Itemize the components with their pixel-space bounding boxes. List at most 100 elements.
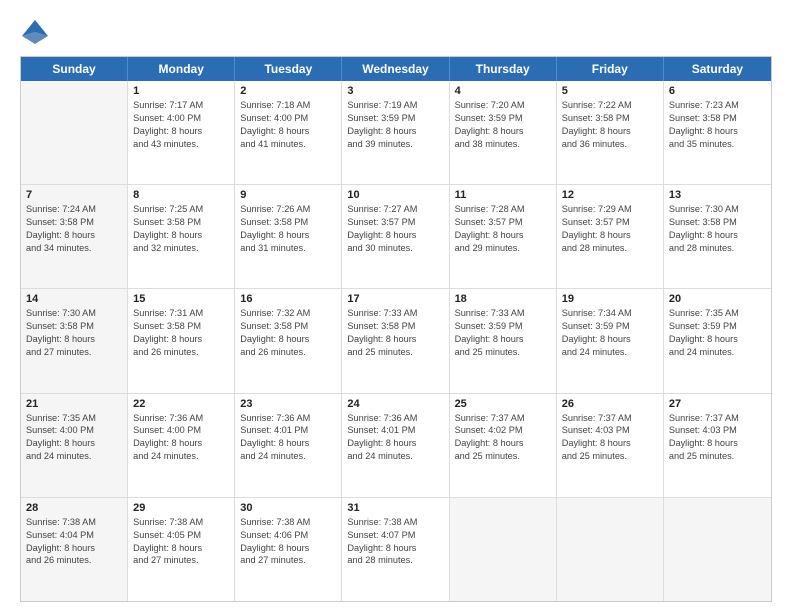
cell-info-line: Sunset: 3:58 PM bbox=[669, 216, 766, 229]
day-number: 5 bbox=[562, 85, 658, 97]
calendar-cell: 5Sunrise: 7:22 AMSunset: 3:58 PMDaylight… bbox=[557, 81, 664, 184]
day-number: 4 bbox=[455, 85, 551, 97]
header-cell-monday: Monday bbox=[128, 57, 235, 81]
cell-info-line: Sunset: 3:58 PM bbox=[669, 112, 766, 125]
day-number: 9 bbox=[240, 189, 336, 201]
day-number: 7 bbox=[26, 189, 122, 201]
cell-info-line: Daylight: 8 hours bbox=[347, 229, 443, 242]
cell-info-line: Sunrise: 7:37 AM bbox=[455, 412, 551, 425]
calendar-cell: 27 Sunrise: 7:37 AMSunset: 4:03 PMDayligh… bbox=[664, 394, 771, 497]
cell-info-line: and 27 minutes. bbox=[240, 554, 336, 567]
calendar-cell: 16Sunrise: 7:32 AMSunset: 3:58 PMDayligh… bbox=[235, 289, 342, 392]
calendar-cell: 12Sunrise: 7:29 AMSunset: 3:57 PMDayligh… bbox=[557, 185, 664, 288]
cell-info-line: Sunrise: 7:36 AM bbox=[133, 412, 229, 425]
cell-info-line: and 35 minutes. bbox=[669, 138, 766, 151]
calendar-cell bbox=[21, 81, 128, 184]
cell-info-line: Daylight: 8 hours bbox=[669, 437, 766, 450]
calendar-row-2: 14 Sunrise: 7:30 AM Sunset: 3:58 PM Dayligh… bbox=[21, 289, 771, 393]
calendar-cell: 4Sunrise: 7:20 AMSunset: 3:59 PMDaylight… bbox=[450, 81, 557, 184]
calendar-cell: 18Sunrise: 7:33 AMSunset: 3:59 PMDayligh… bbox=[450, 289, 557, 392]
day-number: 31 bbox=[347, 502, 443, 514]
cell-info-line: and 24 minutes. bbox=[347, 450, 443, 463]
calendar-cell: 24Sunrise: 7:36 AMSunset: 4:01 PMDayligh… bbox=[342, 394, 449, 497]
day-number: 12 bbox=[562, 189, 658, 201]
cell-info-line: Daylight: 8 hours bbox=[347, 125, 443, 138]
cell-info-line: Sunset: 4:05 PM bbox=[133, 529, 229, 542]
cell-info-line: Daylight: 8 hours bbox=[133, 229, 229, 242]
cell-info-line: Sunset: 3:58 PM bbox=[133, 216, 229, 229]
calendar-cell: 17Sunrise: 7:33 AMSunset: 3:58 PMDayligh… bbox=[342, 289, 449, 392]
cell-info-line: Sunset: 3:59 PM bbox=[455, 112, 551, 125]
cell-info-line: Sunrise: 7:30 AM bbox=[26, 307, 122, 320]
day-number: 30 bbox=[240, 502, 336, 514]
cell-info-line: Sunrise: 7:19 AM bbox=[347, 99, 443, 112]
cell-info-line: Daylight: 8 hours bbox=[455, 437, 551, 450]
calendar-cell: 28Sunrise: 7:38 AMSunset: 4:04 PMDayligh… bbox=[21, 498, 128, 601]
day-number: 21 bbox=[26, 398, 122, 410]
day-number: 24 bbox=[347, 398, 443, 410]
cell-info-line: and 24 minutes. bbox=[562, 346, 658, 359]
cell-info-line: Daylight: 8 hours bbox=[669, 333, 766, 346]
logo-icon bbox=[20, 18, 50, 48]
cell-info-line: and 28 minutes. bbox=[669, 242, 766, 255]
cell-info-line: and 28 minutes. bbox=[562, 242, 658, 255]
cell-info-line: Sunrise: 7:26 AM bbox=[240, 203, 336, 216]
header-cell-friday: Friday bbox=[557, 57, 664, 81]
cell-info-line: and 26 minutes. bbox=[26, 554, 122, 567]
cell-info-line: Sunset: 4:03 PM bbox=[669, 424, 766, 437]
cell-info-line: Sunset: 3:58 PM bbox=[562, 112, 658, 125]
calendar-row-0: 1Sunrise: 7:17 AMSunset: 4:00 PMDaylight… bbox=[21, 81, 771, 185]
cell-info-line: Sunrise: 7:27 AM bbox=[347, 203, 443, 216]
cell-info-line: Daylight: 8 hours bbox=[562, 437, 658, 450]
cell-info-line: and 25 minutes. bbox=[347, 346, 443, 359]
cell-info-line: Daylight: 8 hours bbox=[240, 437, 336, 450]
cell-info-line: Daylight: 8 hours bbox=[133, 125, 229, 138]
cell-info-line: Sunset: 3:59 PM bbox=[347, 112, 443, 125]
cell-info-line: and 25 minutes. bbox=[669, 450, 766, 463]
cell-info-line: Daylight: 8 hours bbox=[347, 333, 443, 346]
cell-info-line: Sunrise: 7:23 AM bbox=[669, 99, 766, 112]
day-number: 17 bbox=[347, 293, 443, 305]
calendar-cell bbox=[664, 498, 771, 601]
logo bbox=[20, 18, 54, 48]
day-number: 14 bbox=[26, 293, 122, 305]
cell-info-line: and 25 minutes. bbox=[455, 450, 551, 463]
day-number: 27 bbox=[669, 398, 766, 410]
calendar-cell: 14Sunrise: 7:30 AMSunset: 3:58 PMDayligh… bbox=[21, 289, 128, 392]
calendar-cell: 8Sunrise: 7:25 AMSunset: 3:58 PMDaylight… bbox=[128, 185, 235, 288]
cell-info-line: Daylight: 8 hours bbox=[562, 229, 658, 242]
day-number: 29 bbox=[133, 502, 229, 514]
cell-info-line: Daylight: 8 hours bbox=[240, 542, 336, 555]
cell-info-line: and 43 minutes. bbox=[133, 138, 229, 151]
cell-info-line: and 24 minutes. bbox=[669, 346, 766, 359]
day-number: 19 bbox=[562, 293, 658, 305]
cell-info-line: Sunset: 3:59 PM bbox=[669, 320, 766, 333]
calendar-cell: 11Sunrise: 7:28 AMSunset: 3:57 PMDayligh… bbox=[450, 185, 557, 288]
cell-info-line: Daylight: 8 hours bbox=[26, 437, 122, 450]
header-cell-wednesday: Wednesday bbox=[342, 57, 449, 81]
cell-info-line: Sunrise: 7:31 AM bbox=[133, 307, 229, 320]
cell-info-line: and 36 minutes. bbox=[562, 138, 658, 151]
cell-info-line: Daylight: 8 hours bbox=[347, 437, 443, 450]
cell-info-line: Daylight: 8 hours bbox=[562, 333, 658, 346]
cell-info-line: Daylight: 8 hours bbox=[455, 229, 551, 242]
cell-info-line: Sunrise: 7:20 AM bbox=[455, 99, 551, 112]
cell-info-line: Sunrise: 7:17 AM bbox=[133, 99, 229, 112]
cell-info-line: Sunrise: 7:37 AM bbox=[669, 412, 766, 425]
cell-info-line: Sunset: 4:07 PM bbox=[347, 529, 443, 542]
day-number: 23 bbox=[240, 398, 336, 410]
day-number: 8 bbox=[133, 189, 229, 201]
cell-info-line: Sunset: 4:01 PM bbox=[240, 424, 336, 437]
cell-info-line: Daylight: 8 hours bbox=[133, 542, 229, 555]
day-number: 22 bbox=[133, 398, 229, 410]
calendar-cell: 29Sunrise: 7:38 AMSunset: 4:05 PMDayligh… bbox=[128, 498, 235, 601]
header-cell-thursday: Thursday bbox=[450, 57, 557, 81]
calendar-row-1: 7Sunrise: 7:24 AMSunset: 3:58 PMDaylight… bbox=[21, 185, 771, 289]
cell-info-line: Sunset: 3:57 PM bbox=[347, 216, 443, 229]
cell-info-line: Sunset: 3:58 PM bbox=[133, 320, 229, 333]
day-number: 20 bbox=[669, 293, 766, 305]
cell-info-line: Sunrise: 7:22 AM bbox=[562, 99, 658, 112]
cell-info-line: and 34 minutes. bbox=[26, 242, 122, 255]
calendar-cell: 10Sunrise: 7:27 AMSunset: 3:57 PMDayligh… bbox=[342, 185, 449, 288]
cell-info-line: and 31 minutes. bbox=[240, 242, 336, 255]
